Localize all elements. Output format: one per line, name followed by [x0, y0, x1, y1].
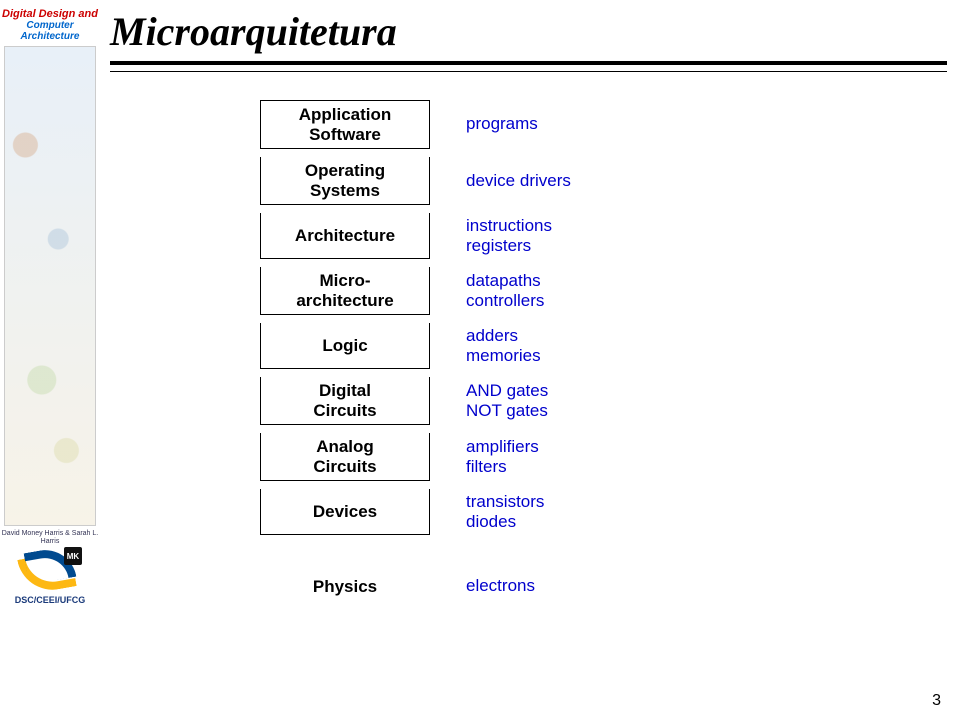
layer-row: Physics electrons: [260, 563, 740, 609]
layer-description: electrons: [466, 576, 535, 596]
swoosh-icon: MK: [20, 549, 80, 593]
layer-box: Devices: [260, 489, 430, 535]
book-authors: David Money Harris & Sarah L. Harris: [0, 530, 100, 545]
layer-row: DigitalCircuits AND gatesNOT gates: [260, 377, 740, 425]
layer-description: addersmemories: [466, 326, 541, 367]
book-title: Digital Design and Computer Architecture: [2, 8, 98, 42]
layer-description: device drivers: [466, 171, 571, 191]
layer-description: amplifiersfilters: [466, 437, 539, 478]
layer-box: Micro-architecture: [260, 267, 430, 315]
layer-box: DigitalCircuits: [260, 377, 430, 425]
layer-description: programs: [466, 114, 538, 134]
layer-description: AND gatesNOT gates: [466, 381, 548, 422]
book-title-line1: Digital Design and: [2, 8, 98, 20]
publisher-logo: MK DSC/CEEI/UFCG: [4, 549, 96, 605]
mk-badge: MK: [64, 547, 82, 565]
layer-row: Micro-architecture datapathscontrollers: [260, 267, 740, 315]
layer-description: transistorsdiodes: [466, 492, 544, 533]
layer-row: Logic addersmemories: [260, 323, 740, 369]
sidebar: Digital Design and Computer Architecture…: [0, 8, 100, 708]
layer-row: Architecture instructionsregisters: [260, 213, 740, 259]
layer-row: ApplicationSoftware programs: [260, 100, 740, 149]
book-cover-image: [4, 46, 96, 526]
layer-box: Architecture: [260, 213, 430, 259]
slide-content: Microarquitetura: [110, 8, 947, 65]
abstraction-layers-diagram: ApplicationSoftware programs OperatingSyst…: [260, 100, 740, 617]
layer-box: Physics: [260, 563, 430, 609]
page-number: 3: [932, 692, 941, 710]
layer-row: AnalogCircuits amplifiersfilters: [260, 433, 740, 481]
layer-box: Logic: [260, 323, 430, 369]
layer-box: OperatingSystems: [260, 157, 430, 205]
title-underline: [110, 61, 947, 65]
institution-footer: DSC/CEEI/UFCG: [15, 595, 86, 605]
layer-row: OperatingSystems device drivers: [260, 157, 740, 205]
layer-description: datapathscontrollers: [466, 271, 544, 312]
layer-row: Devices transistorsdiodes: [260, 489, 740, 535]
layer-box: AnalogCircuits: [260, 433, 430, 481]
page-title: Microarquitetura: [110, 8, 947, 55]
book-title-line2: Computer Architecture: [2, 20, 98, 42]
layer-description: instructionsregisters: [466, 216, 552, 257]
layer-box: ApplicationSoftware: [260, 100, 430, 149]
